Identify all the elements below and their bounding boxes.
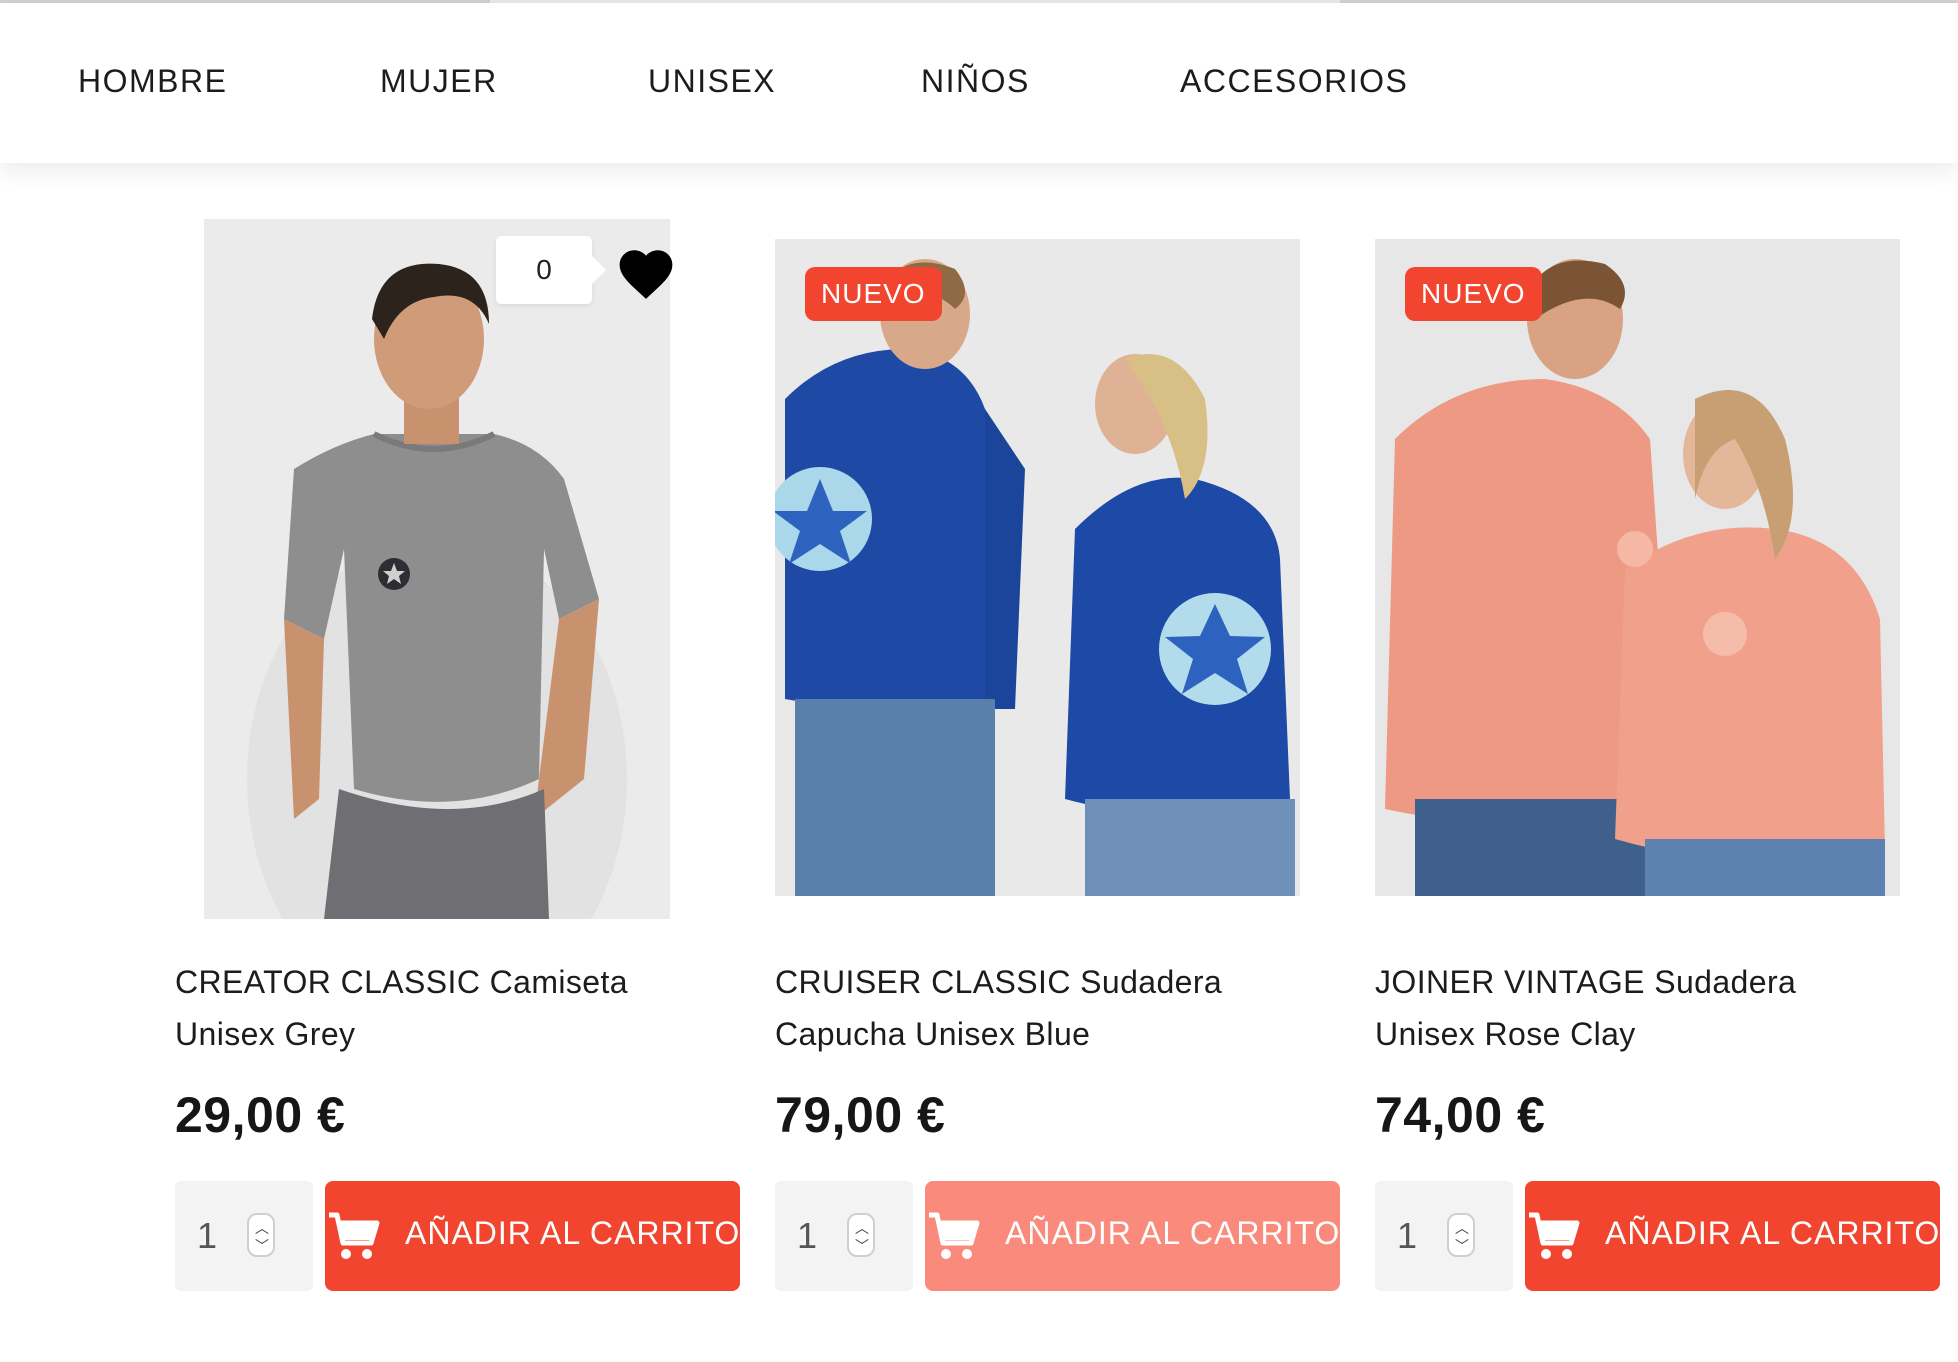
nav-item-mujer[interactable]: MUJER	[380, 63, 498, 100]
chevron-down-icon[interactable]: ﹀	[255, 1239, 269, 1253]
quantity-stepper[interactable]: 1 ︿ ﹀	[175, 1181, 313, 1291]
add-to-cart-button[interactable]: AÑADIR AL CARRITO	[1525, 1181, 1940, 1291]
product-card: NUEVO JOINER VINTAGE Sudadera Unisex Ros…	[1200, 0, 1940, 1362]
nav-item-hombre[interactable]: HOMBRE	[78, 63, 227, 100]
nav-item-accesorios[interactable]: ACCESORIOS	[1180, 63, 1408, 100]
chevron-up-icon[interactable]: ︿	[255, 1221, 269, 1235]
product-price: 74,00 €	[1375, 1087, 1546, 1143]
product-price: 79,00 €	[775, 1087, 946, 1143]
quantity-stepper[interactable]: 1 ︿ ﹀	[1375, 1181, 1513, 1291]
cart-icon	[329, 1212, 380, 1259]
new-badge: NUEVO	[805, 267, 942, 321]
product-price: 29,00 €	[175, 1087, 346, 1143]
cart-icon	[929, 1212, 980, 1259]
chevron-up-icon[interactable]: ︿	[855, 1221, 869, 1235]
chevron-up-icon[interactable]: ︿	[1455, 1221, 1469, 1235]
quantity-spinner[interactable]: ︿ ﹀	[847, 1213, 875, 1257]
product-title-line: JOINER VINTAGE Sudadera	[1375, 964, 1797, 1000]
product-card: NUEVO CRUISER CLASSIC Sudadera Capucha U…	[600, 0, 1340, 1362]
quantity-value: 1	[1397, 1215, 1418, 1256]
quantity-value: 1	[197, 1215, 218, 1256]
new-badge: NUEVO	[1405, 267, 1542, 321]
quantity-stepper[interactable]: 1 ︿ ﹀	[775, 1181, 913, 1291]
product-image[interactable]: NUEVO	[1375, 239, 1900, 896]
product-title-line: Unisex Rose Clay	[1375, 1016, 1636, 1052]
quantity-spinner[interactable]: ︿ ﹀	[1447, 1213, 1475, 1257]
nav-item-unisex[interactable]: UNISEX	[648, 63, 776, 100]
nav-item-ninos[interactable]: NIÑOS	[921, 63, 1030, 100]
quantity-value: 1	[797, 1215, 818, 1256]
chevron-down-icon[interactable]: ﹀	[855, 1239, 869, 1253]
wishlist-count: 0	[496, 236, 606, 304]
chevron-down-icon[interactable]: ﹀	[1455, 1239, 1469, 1253]
product-card: 0 CREATOR CLASSIC Camiseta Unisex Grey 2…	[0, 0, 740, 1362]
cart-icon	[1529, 1212, 1580, 1259]
add-to-cart-label: AÑADIR AL CARRITO	[1605, 1215, 1940, 1251]
quantity-spinner[interactable]: ︿ ﹀	[247, 1213, 275, 1257]
main-navigation: HOMBRE MUJER UNISEX NIÑOS ACCESORIOS	[0, 3, 1958, 163]
product-title[interactable]: JOINER VINTAGE Sudadera Unisex Rose Clay	[1375, 956, 1895, 1060]
